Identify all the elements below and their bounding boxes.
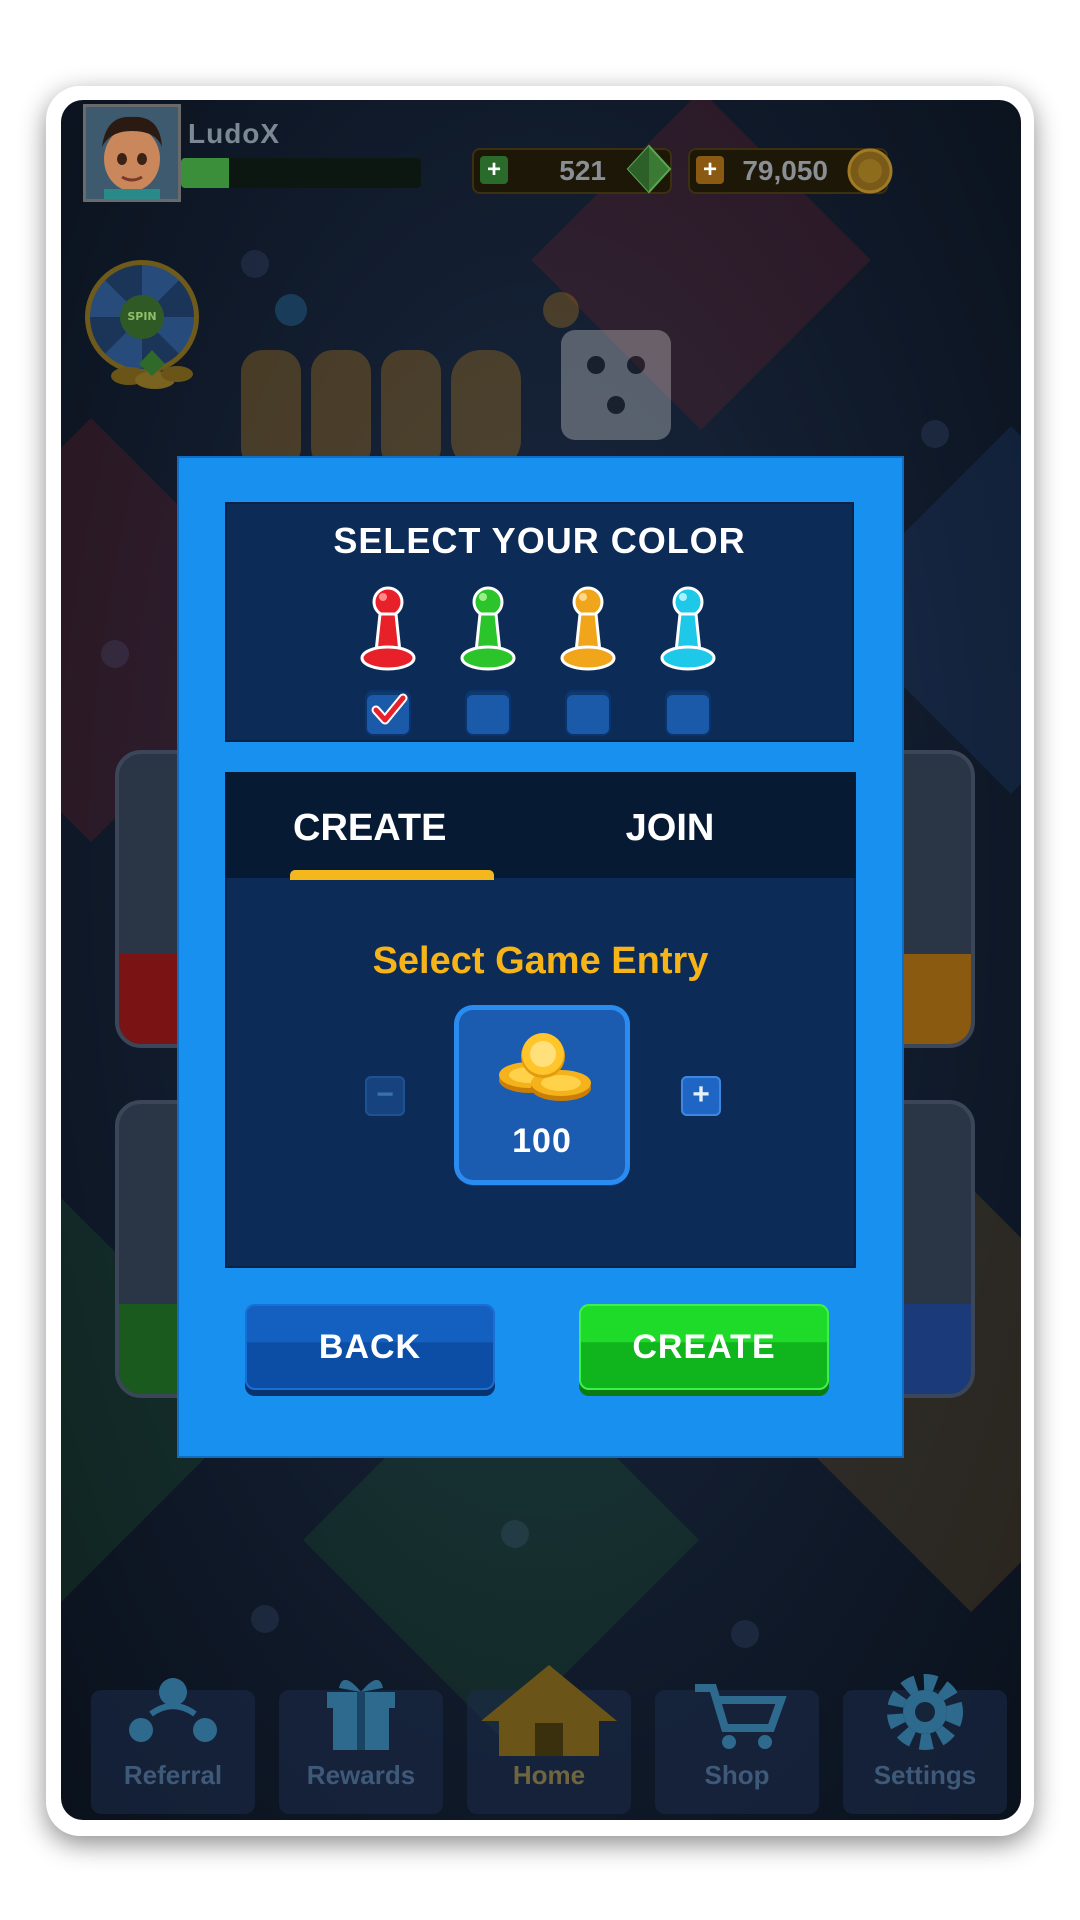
nav-item-referral[interactable]: Referral: [91, 1678, 255, 1814]
entry-amount-card: 100: [459, 1010, 625, 1180]
entry-amount: 100: [512, 1122, 572, 1160]
gem-icon: [626, 144, 672, 194]
increase-entry-button[interactable]: +: [681, 1076, 721, 1116]
create-button[interactable]: CREATE: [579, 1304, 829, 1390]
decrease-entry-button[interactable]: −: [365, 1076, 405, 1116]
nav-label: Settings: [873, 1760, 977, 1790]
bg-dot: [731, 1620, 759, 1648]
green-color-checkbox[interactable]: [467, 692, 509, 734]
xp-progress-fill: [181, 158, 229, 188]
cyan-color-checkbox[interactable]: [667, 692, 709, 734]
tab-create[interactable]: CREATE: [212, 772, 528, 878]
cyan-pawn-icon[interactable]: [658, 584, 718, 674]
color-select-title: SELECT YOUR COLOR: [333, 520, 746, 561]
yellow-pawn-icon[interactable]: [558, 584, 618, 674]
green-pawn-icon[interactable]: [458, 584, 518, 674]
red-pawn-icon[interactable]: [358, 584, 418, 674]
coin-icon: [847, 148, 893, 194]
color-select-panel: SELECT YOUR COLOR: [225, 502, 854, 742]
gem-count: 521: [559, 155, 606, 186]
coin-counter[interactable]: + 79,050: [688, 148, 893, 194]
nav-item-settings[interactable]: Settings: [843, 1674, 1007, 1814]
spin-reward-coins-icon: [111, 350, 193, 389]
cart-icon: [695, 1684, 787, 1749]
player-avatar[interactable]: [83, 104, 181, 202]
back-button[interactable]: BACK: [245, 1304, 495, 1390]
home-icon: [481, 1665, 617, 1756]
create-game-dialog: SELECT YOUR COLOR CREATE JOIN Select Gam…: [179, 458, 902, 1456]
tab-join[interactable]: JOIN: [525, 772, 815, 878]
referral-icon: [129, 1678, 217, 1742]
nav-label: Home: [512, 1760, 586, 1790]
spin-label: SPIN: [120, 295, 164, 339]
username: LudoX: [188, 118, 281, 149]
add-gems-button[interactable]: +: [480, 156, 508, 184]
add-coins-button[interactable]: +: [696, 156, 724, 184]
checkmark-icon: [371, 693, 408, 725]
coins-icon: [499, 1033, 591, 1101]
active-tab-indicator: [290, 870, 494, 880]
nav-item-rewards[interactable]: Rewards: [279, 1679, 443, 1814]
nav-item-shop[interactable]: Shop: [655, 1684, 819, 1814]
gem-counter[interactable]: + 521: [472, 144, 672, 194]
nav-label: Rewards: [306, 1760, 416, 1790]
bg-dot: [501, 1520, 529, 1548]
bg-dot: [251, 1605, 279, 1633]
bg-dot: [921, 420, 949, 448]
nav-label: Referral: [123, 1760, 223, 1790]
bottom-nav: Referral Rewards Home Shop Settings: [91, 1665, 1007, 1814]
yellow-color-checkbox[interactable]: [567, 692, 609, 734]
avatar-face-icon: [86, 107, 178, 199]
red-color-checkbox[interactable]: [367, 692, 409, 734]
ludox-logo: [241, 292, 671, 470]
nav-item-home[interactable]: Home: [467, 1665, 631, 1814]
game-mode-panel: CREATE JOIN Select Game Entry − 100 +: [225, 772, 856, 1268]
nav-label: Shop: [704, 1760, 770, 1790]
bg-dot: [101, 640, 129, 668]
entry-title: Select Game Entry: [372, 940, 709, 982]
bg-dot: [241, 250, 269, 278]
gear-icon: [887, 1674, 963, 1750]
xp-progress-bar: [181, 158, 421, 188]
gift-icon: [327, 1679, 395, 1750]
coin-count: 79,050: [742, 155, 828, 186]
tab-bar: CREATE JOIN: [225, 772, 856, 880]
